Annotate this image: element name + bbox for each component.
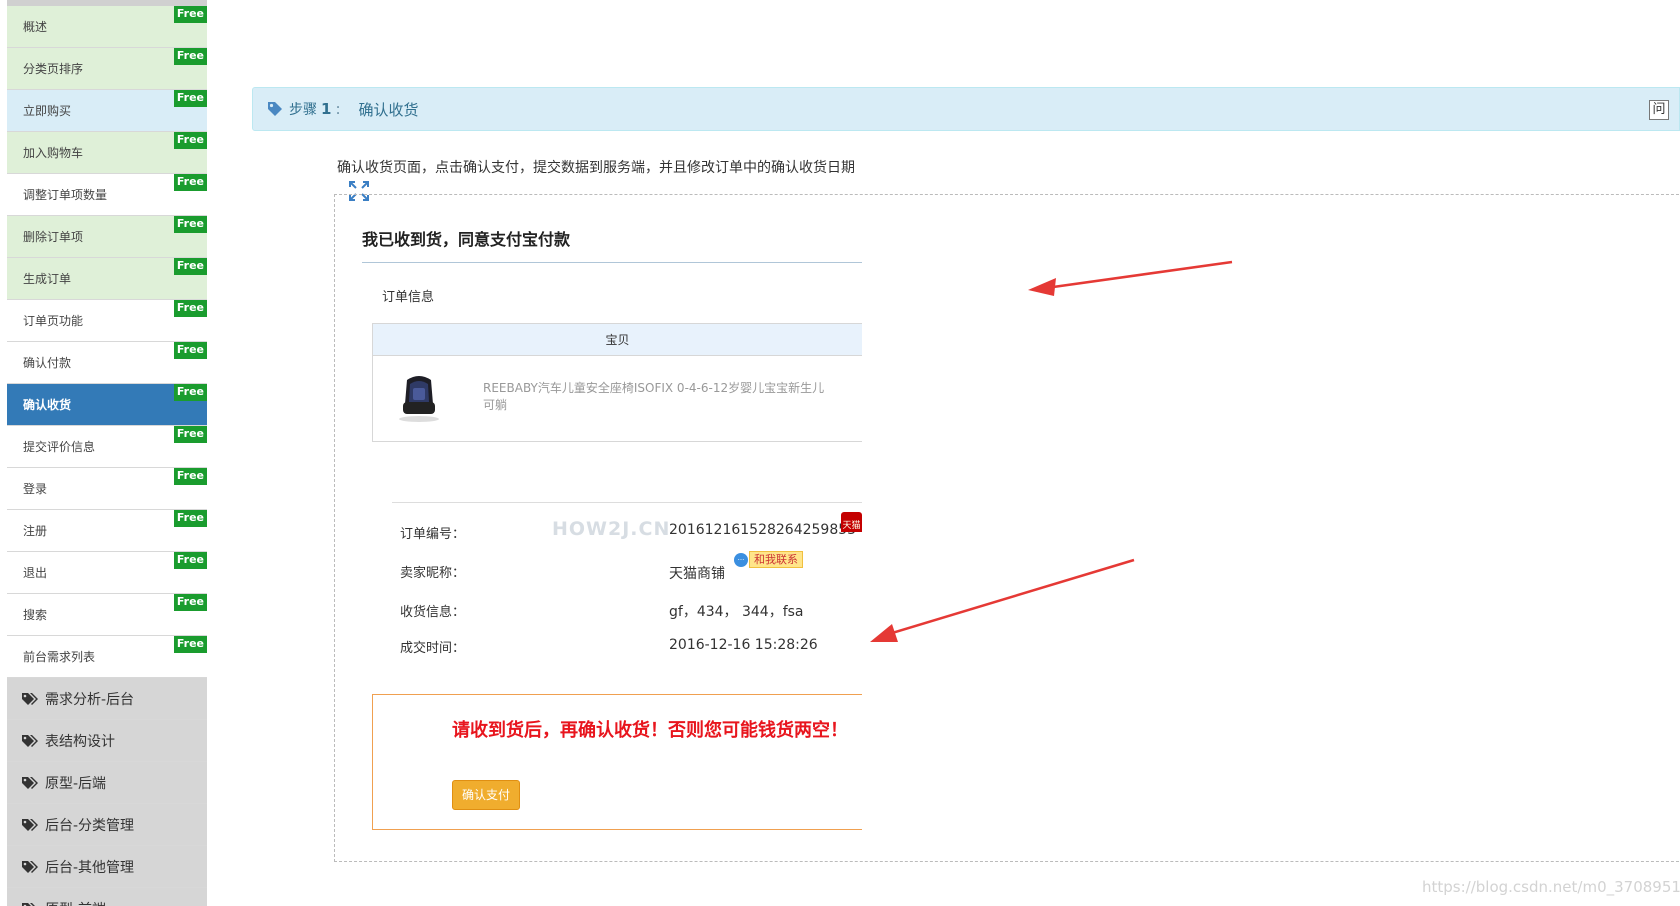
annotation-arrows <box>870 260 1233 642</box>
arrow-upper <box>1045 260 1233 290</box>
arrow-lower <box>881 558 1135 638</box>
arrow-lower-head <box>870 624 898 642</box>
csdn-watermark: https://blog.csdn.net/m0_37089517 <box>1422 878 1680 896</box>
arrow-upper-head <box>1028 278 1056 296</box>
